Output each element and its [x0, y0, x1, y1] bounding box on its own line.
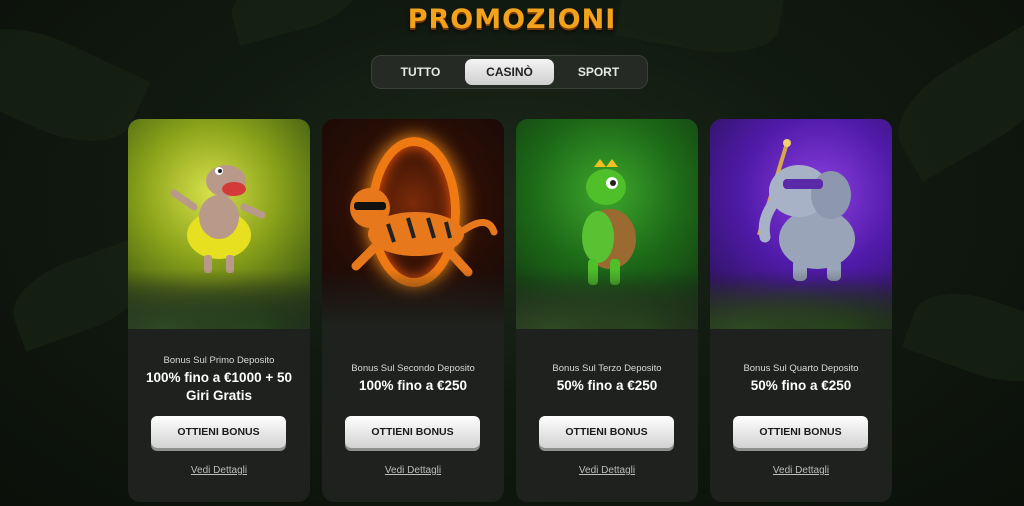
tiger-mascot-image: [322, 119, 504, 329]
details-link[interactable]: Vedi Dettagli: [710, 465, 892, 476]
details-link[interactable]: Vedi Dettagli: [516, 465, 698, 476]
get-bonus-button[interactable]: OTTIENI BONUS: [151, 416, 286, 448]
bonus-offer: 50% fino a €250: [750, 378, 852, 393]
page-title: PROMOZIONI: [407, 4, 617, 35]
card-caption: Bonus Sul Secondo Deposito 100% fino a €…: [322, 363, 504, 395]
get-bonus-button[interactable]: OTTIENI BONUS: [345, 416, 480, 448]
details-link[interactable]: Vedi Dettagli: [128, 465, 310, 476]
hippo-icon: [170, 165, 266, 273]
promo-card-second-deposit: Bonus Sul Secondo Deposito 100% fino a €…: [322, 119, 504, 502]
bonus-offer: 100% fino a €1000 + 50 Giri Gratis: [146, 370, 292, 403]
deposit-label: Bonus Sul Primo Deposito: [163, 355, 275, 366]
elephant-icon: [757, 139, 855, 281]
details-link[interactable]: Vedi Dettagli: [322, 465, 504, 476]
tab-casino[interactable]: CASINÒ: [465, 59, 554, 85]
get-bonus-button[interactable]: OTTIENI BONUS: [539, 416, 674, 448]
promo-category-tabs: TUTTO CASINÒ SPORT: [371, 55, 648, 89]
tab-tutto[interactable]: TUTTO: [376, 59, 465, 85]
card-caption: Bonus Sul Terzo Deposito 50% fino a €250: [516, 363, 698, 395]
card-caption: Bonus Sul Quarto Deposito 50% fino a €25…: [710, 363, 892, 395]
promo-cards: Bonus Sul Primo Deposito 100% fino a €10…: [128, 119, 892, 502]
deposit-label: Bonus Sul Quarto Deposito: [743, 363, 859, 374]
promo-card-first-deposit: Bonus Sul Primo Deposito 100% fino a €10…: [128, 119, 310, 502]
bonus-offer: 50% fino a €250: [556, 378, 658, 393]
turtle-mascot-image: [516, 119, 698, 329]
deposit-label: Bonus Sul Secondo Deposito: [351, 363, 475, 374]
promo-card-fourth-deposit: Bonus Sul Quarto Deposito 50% fino a €25…: [710, 119, 892, 502]
bonus-offer: 100% fino a €250: [358, 378, 468, 393]
get-bonus-button[interactable]: OTTIENI BONUS: [733, 416, 868, 448]
card-caption: Bonus Sul Primo Deposito 100% fino a €10…: [128, 355, 310, 405]
elephant-mascot-image: [710, 119, 892, 329]
tiger-icon: [350, 188, 498, 277]
tab-sport[interactable]: SPORT: [554, 59, 643, 85]
hippo-mascot-image: [128, 119, 310, 329]
promo-card-third-deposit: Bonus Sul Terzo Deposito 50% fino a €250…: [516, 119, 698, 502]
deposit-label: Bonus Sul Terzo Deposito: [552, 363, 662, 374]
